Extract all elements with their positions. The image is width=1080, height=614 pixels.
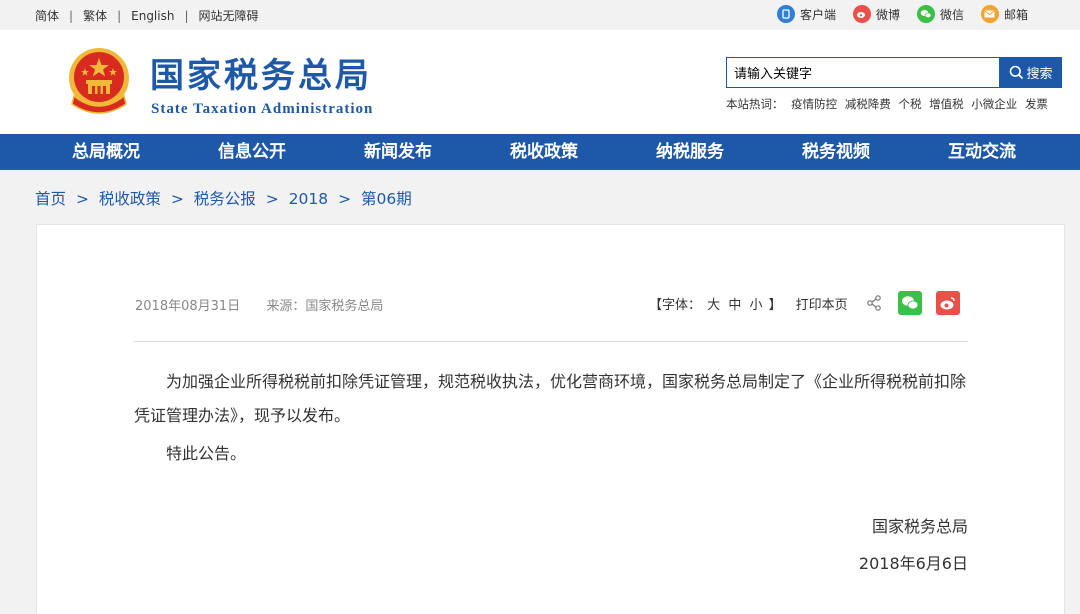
hot-word[interactable]: 发票 — [1025, 97, 1048, 111]
search-button-label: 搜索 — [1026, 66, 1053, 81]
breadcrumb-tax-policy[interactable]: 税收政策 — [99, 190, 161, 208]
article-meta: 2018年08月31日 来源：国家税务总局 — [135, 295, 383, 314]
font-size-medium[interactable]: 中 — [728, 298, 741, 313]
breadcrumb-bulletin[interactable]: 税务公报 — [194, 190, 256, 208]
breadcrumb-home[interactable]: 首页 — [35, 190, 66, 208]
search-icon — [1010, 65, 1024, 80]
font-size-small[interactable]: 小 — [749, 298, 762, 313]
font-size-label: 【字体： — [649, 297, 702, 313]
share-icon[interactable] — [864, 293, 884, 313]
search-input[interactable] — [726, 57, 1000, 88]
top-right-links: 客户端 微博 微信 邮箱 — [760, 5, 1028, 23]
article-date: 2018年08月31日 — [135, 299, 241, 314]
weibo-icon — [852, 5, 871, 23]
hot-word[interactable]: 小微企业 — [971, 97, 1017, 111]
hot-word[interactable]: 减税降费 — [845, 97, 891, 111]
font-size-large[interactable]: 大 — [707, 298, 720, 313]
hot-word[interactable]: 增值税 — [929, 97, 964, 111]
wechat-icon — [916, 5, 935, 23]
mail-label: 邮箱 — [1003, 7, 1028, 22]
article-sign-date: 2018年6月6日 — [858, 554, 968, 573]
nav-item-tax-policy[interactable]: 税收政策 — [510, 134, 578, 170]
share-weibo-button[interactable] — [935, 291, 960, 315]
breadcrumb-separator: > — [170, 190, 184, 208]
hot-word[interactable]: 个税 — [898, 97, 921, 111]
client-label: 客户端 — [799, 7, 836, 22]
weibo-link[interactable]: 微博 — [852, 5, 900, 23]
wechat-icon — [901, 296, 919, 310]
link-traditional[interactable]: 繁体 — [83, 7, 107, 24]
nav-item-news[interactable]: 新闻发布 — [364, 134, 432, 170]
language-links: 简体 | 繁体 | English | 网站无障碍 — [35, 7, 259, 24]
separator: | — [184, 8, 189, 23]
article-tools: 【字体： 大 中 小 】 打印本页 — [649, 291, 960, 315]
breadcrumb-issue[interactable]: 第06期 — [361, 190, 412, 208]
separator: | — [69, 8, 74, 23]
breadcrumb: 首页 > 税收政策 > 税务公报 > 2018 > 第06期 — [35, 187, 412, 209]
font-size-control: 【字体： 大 中 小 】 — [649, 294, 782, 313]
client-icon — [776, 5, 795, 23]
nav-item-interaction[interactable]: 互动交流 — [948, 134, 1016, 170]
wechat-label: 微信 — [939, 7, 964, 22]
link-english[interactable]: English — [131, 9, 174, 23]
hot-word[interactable]: 疫情防控 — [791, 97, 837, 111]
breadcrumb-separator: > — [265, 190, 279, 208]
site-logo-subtitle[interactable]: State Taxation Administration — [151, 101, 373, 117]
client-link[interactable]: 客户端 — [776, 5, 836, 23]
search-button[interactable]: 搜索 — [1000, 57, 1062, 88]
breadcrumb-separator: > — [338, 190, 352, 208]
font-size-close: 】 — [768, 297, 782, 313]
nav-item-overview[interactable]: 总局概况 — [72, 134, 140, 170]
article-signature: 国家税务总局 — [871, 517, 968, 536]
nav-item-tax-service[interactable]: 纳税服务 — [656, 134, 724, 170]
site-header: 国家税务总局 State Taxation Administration 搜索 … — [0, 30, 1080, 134]
hot-words: 本站热词： 疫情防控 减税降费 个税 增值税 小微企业 发票 — [726, 96, 1052, 112]
article-source: 来源：国家税务总局 — [266, 299, 384, 314]
nav-item-tax-video[interactable]: 税务视频 — [802, 134, 870, 170]
share-wechat-button[interactable] — [897, 291, 922, 315]
mail-link[interactable]: 邮箱 — [980, 5, 1028, 23]
national-emblem-icon[interactable] — [66, 46, 132, 116]
divider — [134, 341, 968, 342]
breadcrumb-year[interactable]: 2018 — [289, 190, 328, 208]
article-paragraph: 为加强企业所得税税前扣除凭证管理，规范税收执法，优化营商环境，国家税务总局制定了… — [134, 372, 967, 425]
weibo-icon — [940, 297, 955, 310]
separator: | — [117, 8, 122, 23]
breadcrumb-separator: > — [75, 190, 89, 208]
article-card: 2018年08月31日 来源：国家税务总局 【字体： 大 中 小 】 打印本页 … — [36, 224, 1065, 614]
weibo-label: 微博 — [875, 7, 900, 22]
print-button[interactable]: 打印本页 — [796, 294, 848, 313]
wechat-link[interactable]: 微信 — [916, 5, 964, 23]
hot-words-label: 本站热词： — [726, 97, 784, 111]
site-logo-title[interactable]: 国家税务总局 — [150, 56, 372, 96]
link-accessibility[interactable]: 网站无障碍 — [199, 7, 259, 24]
article-paragraph: 特此公告。 — [166, 444, 247, 463]
nav-item-disclosure[interactable]: 信息公开 — [218, 134, 286, 170]
mail-icon — [980, 5, 999, 23]
main-nav: 总局概况 信息公开 新闻发布 税收政策 纳税服务 税务视频 互动交流 — [0, 134, 1080, 170]
link-simplified[interactable]: 简体 — [35, 7, 59, 24]
top-bar: 简体 | 繁体 | English | 网站无障碍 客户端 微博 微信 邮箱 — [0, 0, 1080, 30]
